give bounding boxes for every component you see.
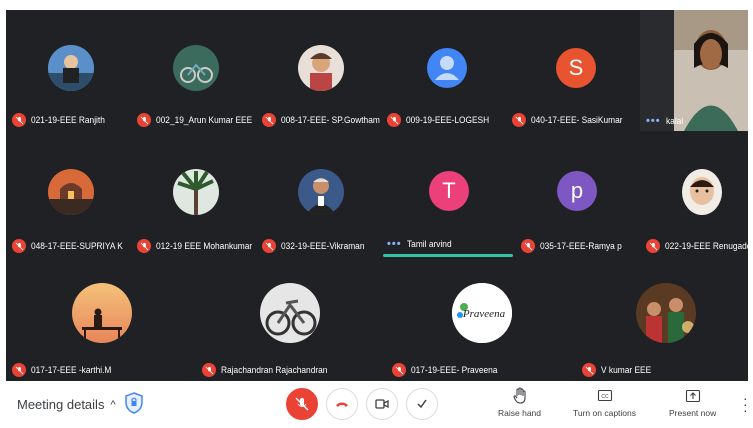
present-label: Present now bbox=[669, 408, 717, 418]
mic-off-icon bbox=[262, 239, 276, 253]
participant-avatar bbox=[260, 283, 320, 343]
participant-avatar bbox=[173, 169, 219, 215]
participant-name: 040-17-EEE- SasiKumar bbox=[531, 114, 623, 126]
participant-tile[interactable]: 009-19-EEE-LOGESH bbox=[381, 10, 506, 131]
camera-toggle-button[interactable] bbox=[366, 388, 398, 420]
participant-name: 035-17-EEE-Ramya p bbox=[540, 240, 622, 252]
participant-name: Rajachandran Rajachandran bbox=[221, 364, 328, 376]
mic-off-icon bbox=[12, 363, 26, 377]
participant-avatar bbox=[173, 45, 219, 91]
mic-off-icon bbox=[646, 239, 660, 253]
participant-tile[interactable]: 017-17-EEE -karthi.M bbox=[6, 257, 196, 381]
participant-name: 021-19-EEE Ranjith bbox=[31, 114, 105, 126]
participant-tile[interactable]: 021-19-EEE Ranjith bbox=[6, 10, 131, 131]
participant-avatar: T bbox=[429, 171, 469, 211]
call-controls bbox=[286, 388, 438, 420]
participant-tile[interactable]: S 040-17-EEE- SasiKumar bbox=[506, 10, 640, 131]
leave-call-button[interactable] bbox=[326, 388, 358, 420]
mic-off-icon bbox=[202, 363, 216, 377]
participant-tile[interactable]: 032-19-EEE-Vikraman bbox=[256, 131, 381, 257]
participant-tile[interactable]: Praveena 017-19-EEE- Praveena bbox=[386, 257, 576, 381]
mic-off-icon bbox=[512, 113, 526, 127]
camera-icon bbox=[375, 399, 389, 409]
mic-off-icon bbox=[387, 113, 401, 127]
captions-button[interactable]: CC Turn on captions bbox=[573, 387, 636, 418]
participant-name: V kumar EEE bbox=[601, 364, 652, 376]
participant-tile[interactable]: 022-19-EEE Renugadevi bbox=[640, 131, 748, 257]
mic-off-icon bbox=[521, 239, 535, 253]
present-icon bbox=[685, 389, 700, 403]
avatar-letter: p bbox=[570, 178, 584, 203]
mic-toggle-button[interactable] bbox=[286, 388, 318, 420]
participant-avatar bbox=[72, 283, 132, 343]
more-options-icon[interactable]: ••• bbox=[387, 238, 402, 250]
mic-off-icon bbox=[392, 363, 406, 377]
participant-name: 032-19-EEE-Vikraman bbox=[281, 240, 365, 252]
raise-hand-label: Raise hand bbox=[498, 408, 542, 418]
mic-off-icon bbox=[582, 363, 596, 377]
participant-avatar bbox=[636, 283, 696, 343]
mic-off-icon bbox=[137, 239, 151, 253]
check-icon bbox=[417, 399, 427, 409]
participant-tile[interactable]: 012-19 EEE Mohankumar bbox=[131, 131, 256, 257]
default-person-icon bbox=[435, 56, 459, 80]
more-options-icon[interactable]: ••• bbox=[646, 115, 661, 127]
participant-name: 012-19 EEE Mohankumar bbox=[156, 240, 253, 252]
avatar-letter: S bbox=[568, 55, 584, 80]
participant-avatar bbox=[682, 169, 722, 215]
participant-avatar: S bbox=[556, 48, 596, 88]
participant-name: 008-17-EEE- SP.Gowtham bbox=[281, 114, 380, 126]
captions-label: Turn on captions bbox=[573, 408, 636, 418]
participant-tile[interactable]: V kumar EEE bbox=[576, 257, 748, 381]
participant-tile[interactable]: 008-17-EEE- SP.Gowtham bbox=[256, 10, 381, 131]
participant-tile-video[interactable]: ••• kalai bbox=[640, 10, 748, 131]
participant-tile[interactable]: p 035-17-EEE-Ramya p bbox=[515, 131, 640, 257]
chevron-up-icon: ^ bbox=[110, 398, 116, 411]
mic-off-icon bbox=[295, 397, 309, 411]
participant-grid: 021-19-EEE Ranjith 002_19_Arun Kumar EEE… bbox=[0, 0, 753, 383]
mic-off-icon bbox=[12, 113, 26, 127]
avatar-letter: T bbox=[442, 178, 456, 203]
participant-tile[interactable]: T ••• Tamil arvind bbox=[381, 131, 515, 257]
participant-avatar: Praveena bbox=[452, 283, 512, 343]
logo-text: Praveena bbox=[462, 308, 506, 320]
participant-avatar bbox=[298, 45, 344, 91]
participant-tile[interactable]: 002_19_Arun Kumar EEE bbox=[131, 10, 256, 131]
captions-icon-text: CC bbox=[601, 394, 609, 400]
mic-off-icon bbox=[262, 113, 276, 127]
participant-tile[interactable]: Rajachandran Rajachandran bbox=[196, 257, 386, 381]
participant-name: kalai bbox=[665, 115, 683, 127]
shield-icon[interactable] bbox=[125, 392, 143, 414]
participant-name: 017-17-EEE -karthi.M bbox=[31, 364, 112, 376]
mic-off-icon bbox=[12, 239, 26, 253]
meeting-details-label: Meeting details bbox=[17, 397, 105, 412]
participant-tile[interactable]: 048-17-EEE-SUPRIYA K bbox=[6, 131, 131, 257]
participant-name: Tamil arvind bbox=[406, 238, 452, 250]
participant-name: 017-19-EEE- Praveena bbox=[411, 364, 498, 376]
participant-name: 009-19-EEE-LOGESH bbox=[406, 114, 490, 126]
participant-avatar bbox=[298, 169, 344, 215]
participant-avatar bbox=[427, 48, 467, 88]
meeting-details-button[interactable]: Meeting details ^ bbox=[17, 397, 116, 412]
more-options-icon[interactable]: · · · bbox=[743, 391, 748, 417]
participant-name: 002_19_Arun Kumar EEE bbox=[156, 114, 253, 126]
meeting-toolbar: Meeting details ^ Raise hand CC Turn on … bbox=[0, 383, 753, 428]
hand-icon bbox=[512, 387, 526, 404]
present-now-button[interactable]: Present now bbox=[669, 387, 716, 418]
raise-hand-button[interactable]: Raise hand bbox=[498, 387, 541, 418]
participant-video bbox=[674, 10, 748, 131]
hang-up-icon bbox=[336, 402, 348, 407]
participant-name: 022-19-EEE Renugadevi bbox=[665, 240, 748, 252]
mic-off-icon bbox=[137, 113, 151, 127]
participant-avatar: p bbox=[557, 171, 597, 211]
check-button[interactable] bbox=[406, 388, 438, 420]
participant-avatar bbox=[48, 45, 94, 91]
captions-icon: CC bbox=[597, 389, 612, 402]
participant-avatar bbox=[48, 169, 94, 215]
participant-name: 048-17-EEE-SUPRIYA K bbox=[31, 240, 123, 252]
